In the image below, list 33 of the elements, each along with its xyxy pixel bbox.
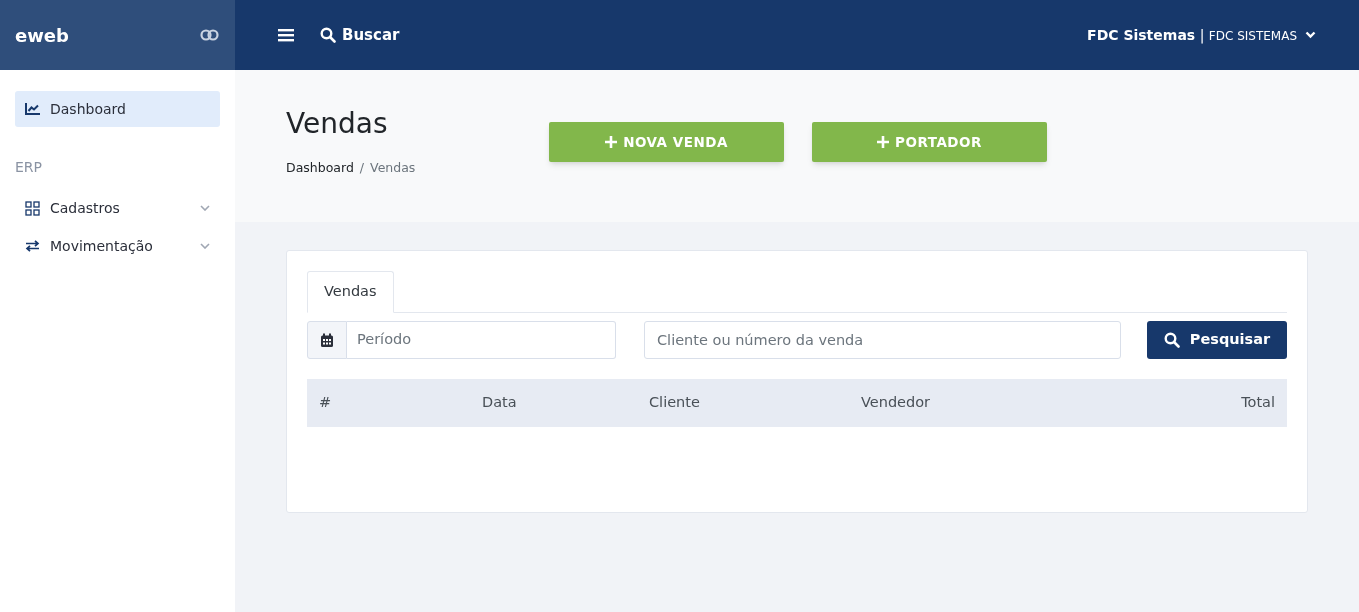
- search-icon: [320, 27, 336, 43]
- column-header: Total: [1241, 393, 1275, 413]
- breadcrumb-separator: /: [359, 159, 365, 177]
- section-heading: ERP: [15, 158, 43, 177]
- grid-icon: [25, 200, 40, 216]
- menu-icon[interactable]: [278, 28, 294, 42]
- chart-icon: [25, 103, 40, 115]
- calendar-icon: [320, 332, 334, 348]
- column-header: #: [319, 393, 333, 413]
- sidebar-item[interactable]: Dashboard: [15, 91, 220, 127]
- chevron-icon: [200, 243, 210, 249]
- plus-icon: [605, 136, 618, 148]
- plus-icon: [877, 136, 890, 148]
- sidebar-item[interactable]: Cadastros: [15, 190, 220, 226]
- page-title: Vendas: [286, 108, 389, 140]
- chevron-down-icon: [1305, 31, 1316, 39]
- column-header: Data: [482, 393, 518, 413]
- column-header: Cliente: [649, 393, 701, 413]
- period-field[interactable]: Período: [347, 321, 616, 359]
- toggle-icon[interactable]: [200, 29, 220, 41]
- logo: eweb: [15, 23, 69, 48]
- search-icon: [1163, 332, 1180, 348]
- breadcrumb-link[interactable]: Dashboard: [286, 159, 354, 178]
- search-button[interactable]: Pesquisar: [1147, 321, 1287, 359]
- search-field[interactable]: Cliente ou número da venda: [644, 321, 1121, 359]
- user-menu[interactable]: FDC Sistemas | FDC SISTEMAS: [1087, 24, 1316, 46]
- tab[interactable]: Vendas: [307, 271, 394, 313]
- arrows-icon: [25, 240, 40, 252]
- sidebar-item[interactable]: Movimentação: [15, 228, 220, 264]
- breadcrumb-current: Vendas: [370, 159, 416, 177]
- chevron-icon: [200, 205, 210, 211]
- search-link[interactable]: Buscar: [320, 23, 400, 47]
- column-header: Vendedor: [861, 393, 932, 413]
